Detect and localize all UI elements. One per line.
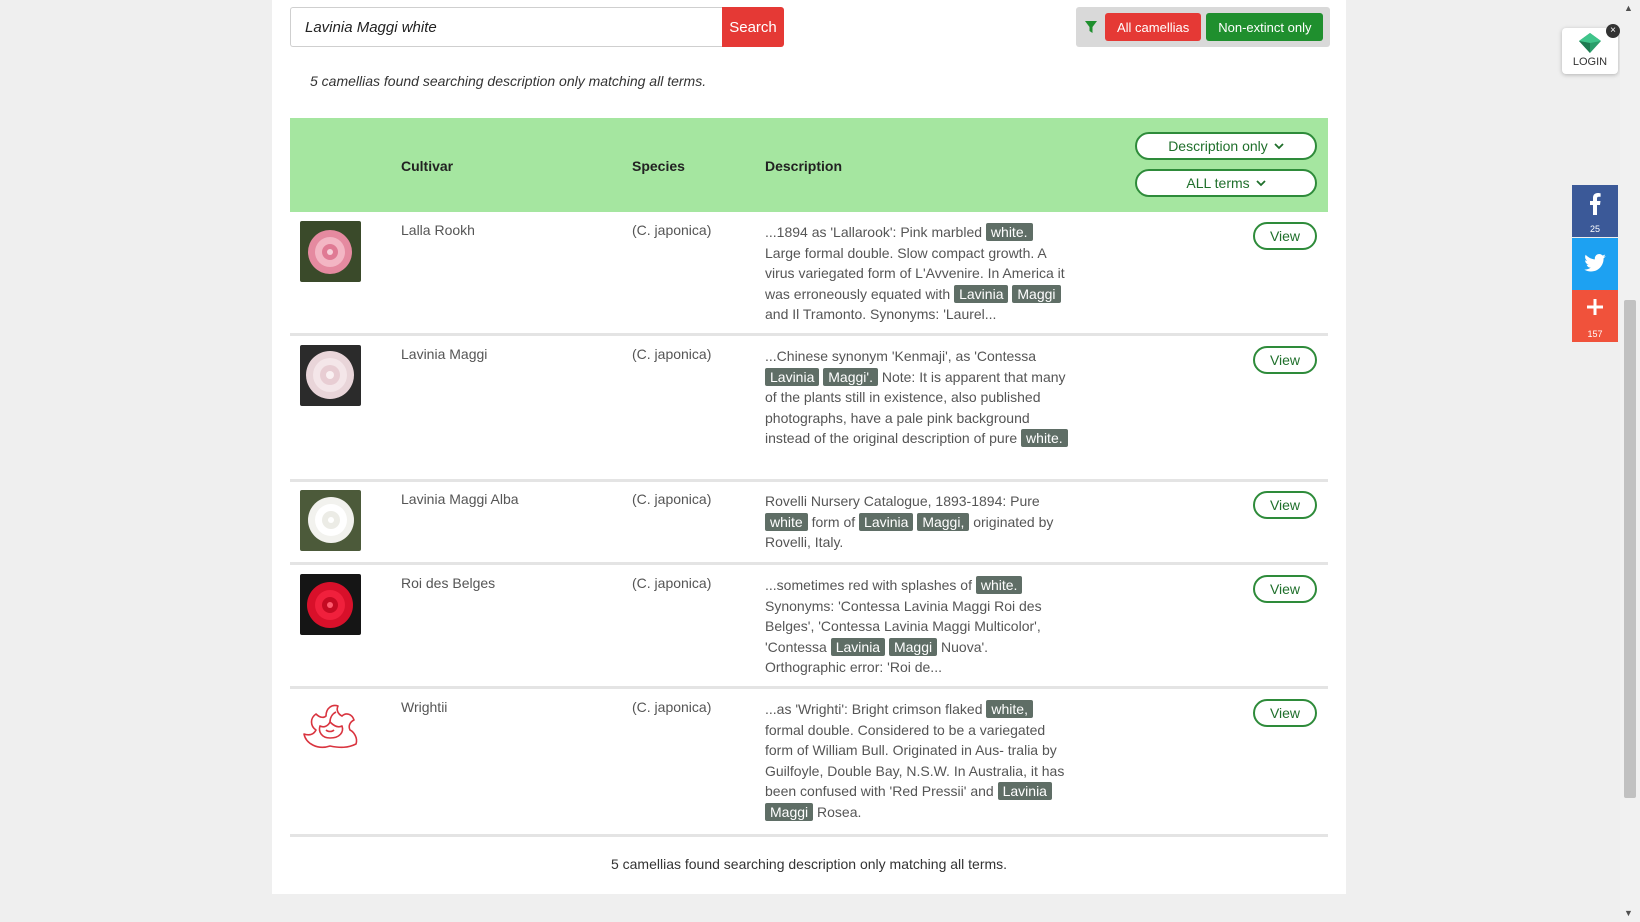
search-scope-dropdown[interactable]: Description only: [1135, 132, 1317, 160]
all-camellias-button[interactable]: All camellias: [1105, 13, 1202, 41]
camellia-outline-icon[interactable]: [300, 698, 361, 759]
results-summary-bottom: 5 camellias found searching description …: [610, 856, 1008, 872]
description-text: Rovelli Nursery Catalogue, 1893-1894: Pu…: [765, 491, 1070, 553]
highlighted-term: Maggi: [1012, 284, 1061, 303]
non-extinct-button[interactable]: Non-extinct only: [1206, 13, 1324, 41]
description-segment: and Il Tramonto. Synonyms: 'Laurel...: [765, 306, 997, 322]
camellia-thumbnail[interactable]: [300, 221, 361, 282]
highlighted-term: Maggi: [888, 637, 938, 656]
table-row: Wrightii (C. japonica) ...as 'Wrighti': …: [290, 689, 1328, 837]
cultivar-name: Lalla Rookh: [401, 222, 475, 238]
login-label: LOGIN: [1572, 56, 1608, 68]
view-button[interactable]: View: [1253, 575, 1317, 603]
cultivar-name: Wrightii: [401, 699, 448, 715]
header-description: Description: [765, 158, 843, 174]
scroll-down-arrow-icon[interactable]: ▼: [1624, 908, 1633, 918]
highlighted-term: white.: [1021, 429, 1068, 447]
view-button[interactable]: View: [1253, 491, 1317, 519]
highlighted-term: Maggi'.: [823, 367, 878, 386]
facebook-count: 25: [1589, 224, 1600, 234]
description-text: ...sometimes red with splashes of white.…: [765, 575, 1070, 678]
description-text: ...1894 as 'Lallarook': Pink marbled whi…: [765, 222, 1070, 325]
camellia-thumbnail[interactable]: [300, 574, 361, 635]
highlighted-term: Lavinia: [830, 637, 886, 656]
view-button[interactable]: View: [1253, 346, 1317, 374]
cultivar-name: Lavinia Maggi Alba: [401, 491, 519, 507]
highlighted-term: Maggi,: [917, 512, 970, 531]
scrollbar-thumb[interactable]: [1624, 300, 1636, 798]
header-species: Species: [632, 158, 685, 174]
view-button[interactable]: View: [1253, 699, 1317, 727]
highlighted-term: white,: [986, 700, 1033, 718]
highlighted-term: Lavinia: [997, 782, 1052, 800]
description-segment: form of: [807, 513, 860, 530]
highlighted-term: white.: [975, 576, 1023, 594]
highlighted-term: Lavinia: [859, 512, 914, 531]
search-bar: Search: [290, 7, 786, 47]
description-segment: ...as 'Wrighti': Bright crimson flaked: [765, 701, 987, 717]
close-icon[interactable]: ×: [1606, 24, 1620, 38]
view-button[interactable]: View: [1253, 222, 1317, 250]
highlighted-term: Lavinia: [954, 284, 1009, 303]
description-segment: ...sometimes red with splashes of: [765, 577, 976, 593]
login-widget[interactable]: × LOGIN: [1562, 24, 1620, 74]
header-cultivar: Cultivar: [401, 158, 454, 174]
twitter-icon: [1584, 254, 1606, 272]
share-count: 157: [1587, 329, 1603, 339]
chevron-down-icon: [1256, 179, 1266, 186]
filter-icon: [1082, 20, 1100, 34]
diamond-logo-icon: [1579, 33, 1601, 53]
cultivar-name: Lavinia Maggi: [401, 346, 488, 362]
add-share-button[interactable]: 157: [1572, 290, 1618, 342]
species-name: (C. japonica): [632, 491, 712, 507]
description-segment: Rovelli Nursery Catalogue, 1893-1894: Pu…: [765, 493, 1040, 509]
plus-icon: [1587, 299, 1603, 315]
highlighted-term: white: [765, 512, 808, 531]
species-name: (C. japonica): [632, 575, 712, 591]
vertical-scrollbar[interactable]: ▲ ▼: [1620, 0, 1640, 922]
search-input[interactable]: [290, 7, 722, 47]
facebook-share-button[interactable]: 25: [1572, 185, 1618, 237]
highlighted-term: white.: [985, 223, 1033, 241]
highlighted-term: Maggi: [765, 802, 814, 821]
results-summary-top: 5 camellias found searching description …: [310, 73, 707, 89]
table-row: Lavinia Maggi Alba (C. japonica) Rovelli…: [290, 481, 1328, 565]
table-row: Roi des Belges (C. japonica) ...sometime…: [290, 565, 1328, 689]
facebook-icon: [1590, 193, 1601, 215]
camellia-thumbnail[interactable]: [300, 490, 361, 551]
description-segment: ...1894 as 'Lallarook': Pink marbled: [765, 224, 986, 240]
species-name: (C. japonica): [632, 699, 712, 715]
match-terms-dropdown[interactable]: ALL terms: [1135, 169, 1317, 197]
content-panel: Search All camellias Non-extinct only 5 …: [272, 0, 1346, 894]
species-name: (C. japonica): [632, 346, 712, 362]
filter-group: All camellias Non-extinct only: [1076, 7, 1330, 47]
camellia-thumbnail[interactable]: [300, 345, 361, 406]
table-header: Cultivar Species Description Description…: [290, 118, 1328, 212]
cultivar-name: Roi des Belges: [401, 575, 496, 591]
description-text: ...Chinese synonym 'Kenmaji', as 'Contes…: [765, 346, 1070, 449]
search-scope-label: Description only: [1168, 138, 1268, 154]
table-row: Lalla Rookh (C. japonica) ...1894 as 'La…: [290, 212, 1328, 336]
chevron-down-icon: [1274, 142, 1284, 149]
description-segment: ...Chinese synonym 'Kenmaji', as 'Contes…: [765, 348, 1037, 364]
search-button[interactable]: Search: [722, 7, 784, 47]
scroll-up-arrow-icon[interactable]: ▲: [1624, 3, 1633, 13]
description-segment: Rosea.: [813, 803, 862, 820]
match-terms-label: ALL terms: [1186, 175, 1250, 191]
table-row: Lavinia Maggi (C. japonica) ...Chinese s…: [290, 336, 1328, 482]
species-name: (C. japonica): [632, 222, 712, 238]
twitter-share-button[interactable]: [1572, 238, 1618, 290]
highlighted-term: Lavinia: [765, 367, 820, 386]
description-text: ...as 'Wrighti': Bright crimson flaked w…: [765, 699, 1070, 822]
